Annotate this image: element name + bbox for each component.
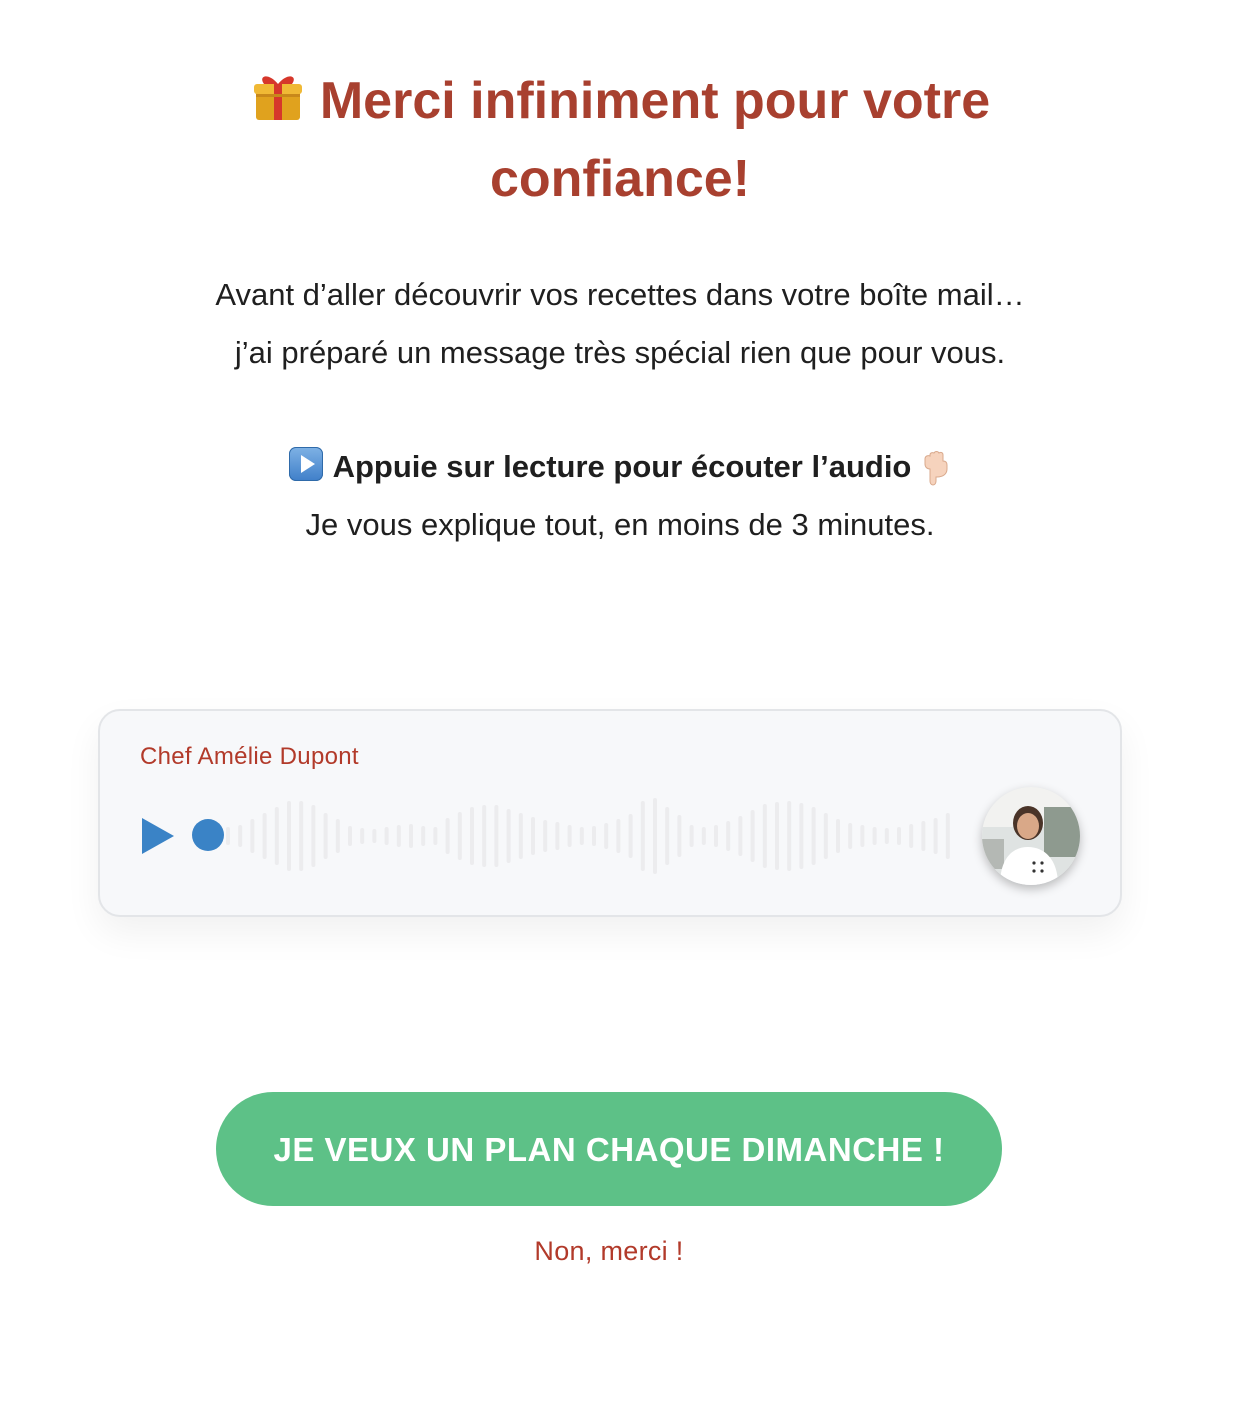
waveform-bar xyxy=(482,805,487,867)
waveform-bar xyxy=(287,801,291,871)
waveform-bar xyxy=(592,826,596,846)
waveform-bar xyxy=(872,827,877,845)
waveform-bar xyxy=(933,818,938,854)
audio-player: Chef Amélie Dupont xyxy=(98,709,1122,917)
waveform-bar xyxy=(823,813,828,859)
speaker-name: Chef Amélie Dupont xyxy=(140,743,359,770)
waveform-bar xyxy=(506,809,511,863)
waveform-bar xyxy=(433,827,438,845)
waveform-bar xyxy=(640,801,645,871)
avatar xyxy=(982,787,1080,885)
waveform-bar xyxy=(921,821,926,851)
waveform-bar xyxy=(945,813,950,859)
waveform-bar xyxy=(775,802,779,870)
thank-you-page: Merci infiniment pour votre confiance! A… xyxy=(0,0,1240,1406)
page-title-text: Merci infiniment pour votre confiance! xyxy=(319,72,991,208)
waveform-bar xyxy=(372,829,377,843)
waveform-bar xyxy=(445,818,450,854)
waveform-bar xyxy=(494,805,499,867)
waveform-bar xyxy=(348,826,352,846)
waveform-bar xyxy=(531,817,535,855)
intro-line-1: Avant d’aller découvrir vos recettes dan… xyxy=(215,277,1025,312)
waveform-bar xyxy=(311,805,316,867)
pointing-down-icon xyxy=(924,451,948,486)
waveform-bar xyxy=(701,827,706,845)
intro-text: Avant d’aller découvrir vos recettes dan… xyxy=(120,266,1120,382)
waveform-bar xyxy=(738,816,743,856)
waveform-bar xyxy=(323,813,328,859)
audio-waveform[interactable] xyxy=(226,781,956,891)
waveform-bar xyxy=(714,825,718,847)
waveform-bar xyxy=(653,798,657,874)
waveform-bar xyxy=(299,801,304,871)
waveform-bar xyxy=(665,807,670,865)
waveform-bar xyxy=(616,819,621,853)
play-button-emoji-icon xyxy=(288,447,323,481)
audio-subtext: Je vous explique tout, en moins de 3 min… xyxy=(305,507,935,542)
waveform-bar xyxy=(884,828,889,844)
waveform-bar xyxy=(396,825,401,847)
waveform-bar xyxy=(567,825,572,847)
chef-portrait-image xyxy=(982,787,1080,885)
waveform-bar xyxy=(250,819,255,853)
audio-instruction-line: Appuie sur lecture pour écouter l’audio xyxy=(120,438,1120,496)
progress-knob[interactable] xyxy=(192,819,224,851)
waveform-bar xyxy=(799,803,804,869)
waveform-bar xyxy=(262,813,267,859)
waveform-bar xyxy=(335,819,340,853)
waveform-bar xyxy=(762,804,767,868)
waveform-bar xyxy=(860,825,865,847)
waveform-bar xyxy=(274,807,279,865)
waveform-bar xyxy=(689,825,694,847)
waveform-bar xyxy=(836,819,840,853)
waveform-bar xyxy=(409,824,413,848)
waveform-bar xyxy=(543,820,548,852)
subscribe-plan-button[interactable]: JE VEUX UN PLAN CHAQUE DIMANCHE ! xyxy=(216,1092,1002,1206)
waveform-bar xyxy=(555,822,560,850)
waveform-bar xyxy=(360,828,365,844)
waveform-bar xyxy=(470,807,474,865)
gift-icon xyxy=(253,76,302,120)
audio-instructions: Appuie sur lecture pour écouter l’audio … xyxy=(120,438,1120,554)
waveform-bar xyxy=(848,823,853,849)
waveform-bar xyxy=(604,823,609,849)
waveform-bar xyxy=(909,824,914,848)
waveform-bar xyxy=(750,810,755,862)
waveform-bar xyxy=(897,827,901,845)
waveform-bar xyxy=(628,814,633,858)
waveform-bar xyxy=(226,827,230,845)
play-button[interactable] xyxy=(140,816,180,856)
waveform-bar xyxy=(421,826,426,846)
waveform-bar xyxy=(238,825,243,847)
waveform-bar xyxy=(579,827,584,845)
audio-instruction-text: Appuie sur lecture pour écouter l’audio xyxy=(332,449,912,484)
waveform-bar xyxy=(457,812,462,860)
waveform-bar xyxy=(677,815,682,857)
waveform-bar xyxy=(726,821,731,851)
decline-link[interactable]: Non, merci ! xyxy=(420,1236,798,1267)
page-title: Merci infiniment pour votre confiance! xyxy=(140,62,1100,218)
waveform-bar xyxy=(787,801,792,871)
waveform-bar xyxy=(811,807,816,865)
waveform-bar xyxy=(384,827,389,845)
intro-line-2: j’ai préparé un message très spécial rie… xyxy=(234,335,1006,370)
waveform-bar xyxy=(518,813,523,859)
